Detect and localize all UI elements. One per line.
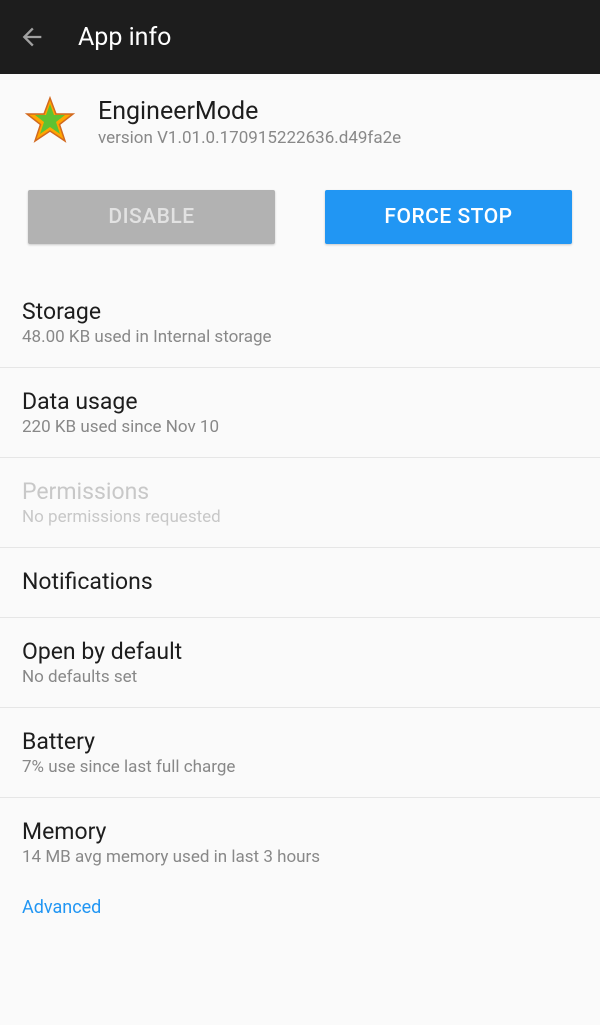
advanced-link[interactable]: Advanced [0, 887, 600, 928]
settings-list: Storage 48.00 KB used in Internal storag… [0, 278, 600, 928]
setting-title: Data usage [22, 388, 578, 415]
toolbar: App info [0, 0, 600, 74]
app-info-text: EngineerMode version V1.01.0.17091522263… [98, 97, 401, 148]
setting-subtitle: No permissions requested [22, 507, 578, 527]
force-stop-button[interactable]: FORCE STOP [325, 190, 572, 244]
permissions-item: Permissions No permissions requested [0, 458, 600, 548]
setting-subtitle: 7% use since last full charge [22, 757, 578, 777]
open-by-default-item[interactable]: Open by default No defaults set [0, 618, 600, 708]
battery-item[interactable]: Battery 7% use since last full charge [0, 708, 600, 798]
setting-subtitle: 220 KB used since Nov 10 [22, 417, 578, 437]
app-version: version V1.01.0.170915222636.d49fa2e [98, 128, 401, 148]
data-usage-item[interactable]: Data usage 220 KB used since Nov 10 [0, 368, 600, 458]
storage-item[interactable]: Storage 48.00 KB used in Internal storag… [0, 278, 600, 368]
notifications-item[interactable]: Notifications [0, 548, 600, 618]
page-title: App info [78, 23, 171, 52]
setting-title: Notifications [22, 568, 578, 595]
disable-button: DISABLE [28, 190, 275, 244]
setting-title: Open by default [22, 638, 578, 665]
setting-subtitle: 48.00 KB used in Internal storage [22, 327, 578, 347]
app-icon [22, 94, 78, 150]
setting-subtitle: 14 MB avg memory used in last 3 hours [22, 847, 578, 867]
action-buttons: DISABLE FORCE STOP [0, 162, 600, 266]
setting-title: Permissions [22, 478, 578, 505]
app-name: EngineerMode [98, 97, 401, 126]
setting-title: Memory [22, 818, 578, 845]
memory-item[interactable]: Memory 14 MB avg memory used in last 3 h… [0, 798, 600, 887]
app-header: EngineerMode version V1.01.0.17091522263… [0, 74, 600, 162]
setting-title: Storage [22, 298, 578, 325]
back-arrow-icon[interactable] [18, 23, 46, 51]
setting-title: Battery [22, 728, 578, 755]
setting-subtitle: No defaults set [22, 667, 578, 687]
